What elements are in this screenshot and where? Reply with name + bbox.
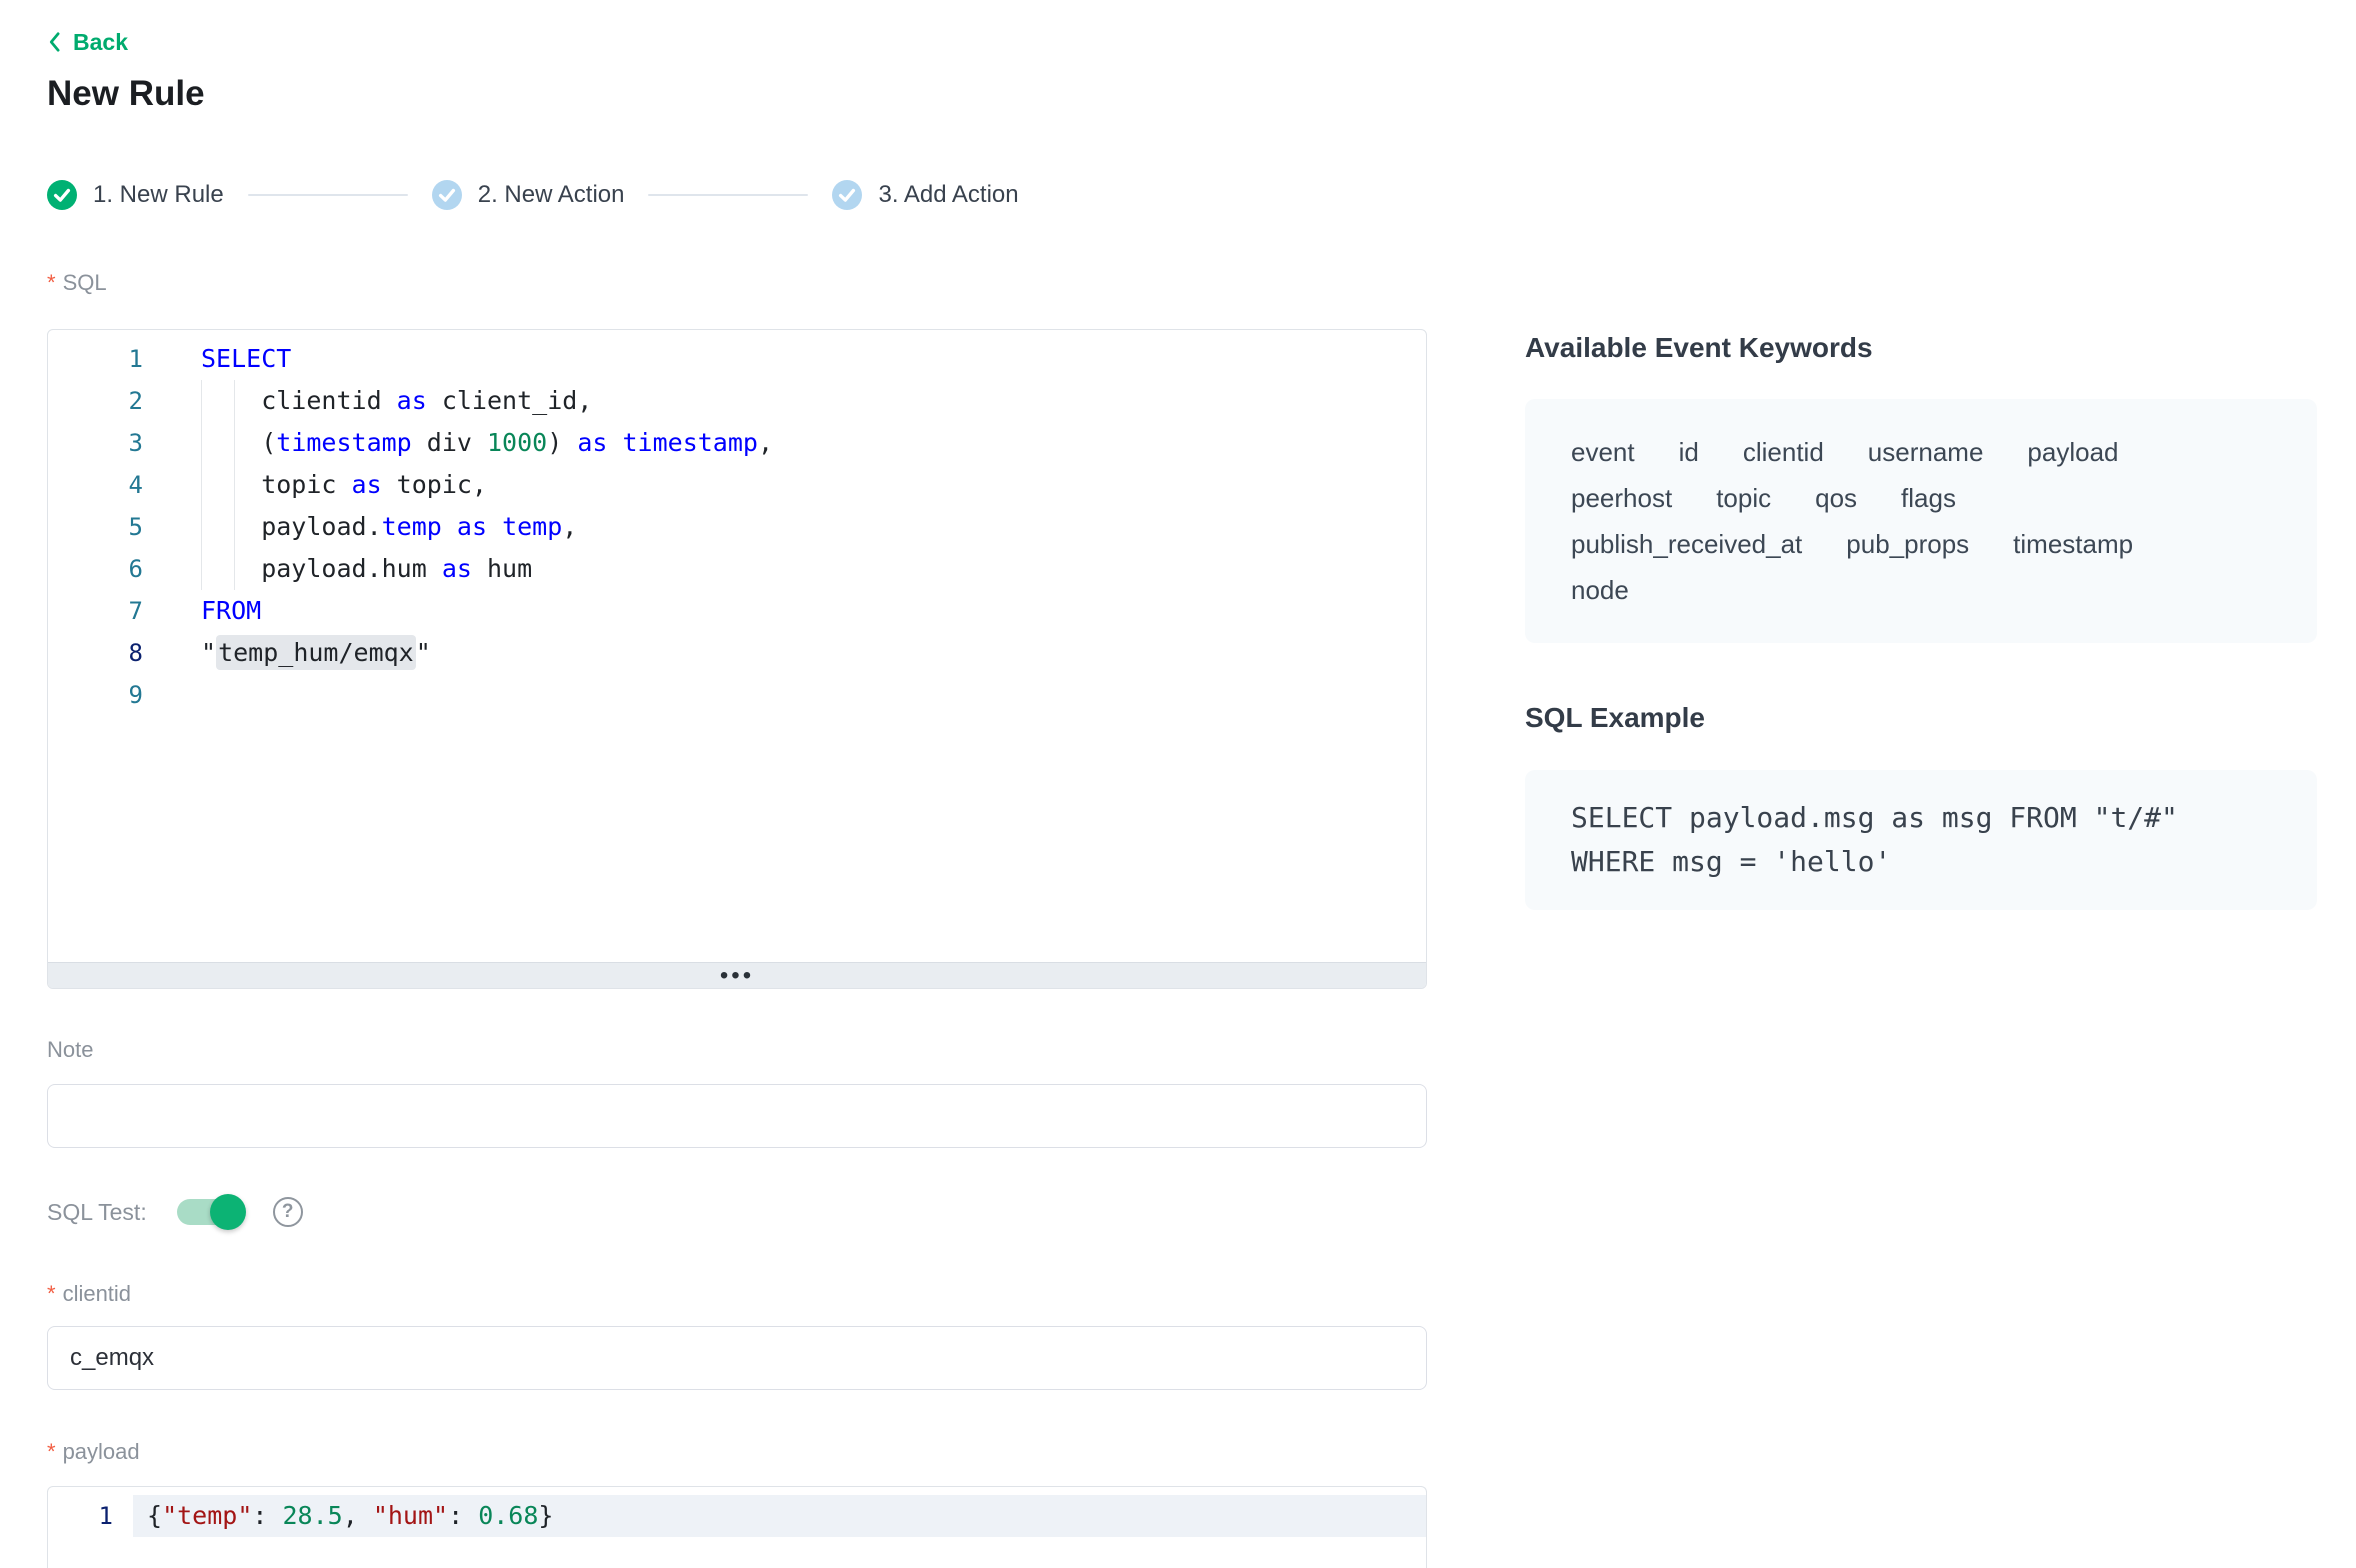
code-line: "temp_hum/emqx"	[148, 632, 1426, 674]
line-number: 2	[48, 380, 143, 422]
step-item-2[interactable]: 2. New Action	[432, 180, 625, 210]
indent-guide	[234, 380, 235, 590]
step-label: 1. New Rule	[93, 180, 224, 210]
sql-editor-body[interactable]: 123456789 SELECT clientid as client_id, …	[48, 330, 1426, 962]
step-item-3[interactable]: 3. Add Action	[832, 180, 1018, 210]
keyword-item: topic	[1716, 475, 1771, 521]
payload-editor-body[interactable]: 1 {"temp": 28.5, "hum": 0.68}	[48, 1487, 1426, 1568]
keyword-item: username	[1868, 429, 1984, 475]
keyword-item: pub_props	[1846, 521, 1969, 567]
code-line	[148, 674, 1426, 716]
line-number: 1	[48, 1495, 113, 1537]
line-number: 5	[48, 506, 143, 548]
chevron-left-icon	[47, 31, 61, 53]
editor-resize-handle[interactable]: •••	[48, 962, 1426, 988]
payload-editor-gutter: 1	[48, 1487, 133, 1568]
sql-editor[interactable]: 123456789 SELECT clientid as client_id, …	[47, 329, 1427, 989]
example-code-line: SELECT payload.msg as msg FROM "t/#"	[1571, 796, 2271, 840]
required-asterisk: *	[47, 1439, 56, 1464]
line-number: 8	[48, 632, 143, 674]
code-line: payload.hum as hum	[148, 548, 1426, 590]
code-line: SELECT	[148, 338, 1426, 380]
payload-editor-code[interactable]: {"temp": 28.5, "hum": 0.68}	[133, 1487, 1426, 1568]
help-sidebar: Available Event Keywords eventid clientid…	[1525, 270, 2317, 1568]
clientid-field-label: *clientid	[47, 1281, 1427, 1307]
code-line: FROM	[148, 590, 1426, 632]
indent-guide	[201, 380, 202, 590]
payload-editor[interactable]: 1 {"temp": 28.5, "hum": 0.68}	[47, 1486, 1427, 1568]
sql-field-label: *SQL	[47, 270, 1427, 296]
back-link[interactable]: Back	[47, 28, 128, 56]
keyword-item: clientid	[1743, 429, 1824, 475]
resize-dots-icon: •••	[720, 969, 754, 983]
sql-example-heading: SQL Example	[1525, 701, 2317, 735]
back-label: Back	[73, 28, 128, 56]
example-code-line: WHERE msg = 'hello'	[1571, 840, 2271, 884]
steps-bar: 1. New Rule 2. New Action 3. Add Action	[47, 180, 2356, 210]
line-number: 1	[48, 338, 143, 380]
code-line: topic as topic,	[148, 464, 1426, 506]
line-number: 4	[48, 464, 143, 506]
note-label: Note	[47, 1037, 1427, 1063]
sql-editor-gutter: 123456789	[48, 330, 148, 962]
check-circle-icon	[832, 180, 862, 210]
payload-field-label: *payload	[47, 1439, 1427, 1465]
step-label: 2. New Action	[478, 180, 625, 210]
note-input[interactable]	[47, 1084, 1427, 1148]
sql-editor-code[interactable]: SELECT clientid as client_id, (timestamp…	[148, 330, 1426, 962]
line-number: 7	[48, 590, 143, 632]
check-circle-icon	[432, 180, 462, 210]
code-line: clientid as client_id,	[148, 380, 1426, 422]
sql-example-panel: SELECT payload.msg as msg FROM "t/#"WHER…	[1525, 770, 2317, 910]
content-columns: *SQL 123456789 SELECT clientid as client…	[47, 270, 2356, 1568]
keyword-item: event	[1571, 429, 1635, 475]
code-line: (timestamp div 1000) as timestamp,	[148, 422, 1426, 464]
step-label: 3. Add Action	[878, 180, 1018, 210]
check-circle-icon	[47, 180, 77, 210]
keyword-item: qos	[1815, 475, 1857, 521]
keyword-item: publish_received_at	[1571, 521, 1802, 567]
help-icon[interactable]: ?	[273, 1197, 303, 1227]
step-connector	[248, 194, 408, 196]
sql-test-label: SQL Test:	[47, 1199, 147, 1226]
new-rule-page: Back New Rule 1. New Rule 2. New Action 3.…	[0, 0, 2356, 1568]
toggle-knob	[210, 1194, 246, 1230]
keywords-panel: eventid clientid username payload peerhost to…	[1525, 399, 2317, 643]
keyword-row: node	[1571, 567, 2271, 613]
line-number: 6	[48, 548, 143, 590]
keyword-item: flags	[1901, 475, 1956, 521]
rule-form: *SQL 123456789 SELECT clientid as client…	[47, 270, 1427, 1568]
sql-test-row: SQL Test: ?	[47, 1194, 1427, 1230]
code-line: payload.temp as temp,	[148, 506, 1426, 548]
keyword-item: node	[1571, 567, 1629, 613]
code-line: {"temp": 28.5, "hum": 0.68}	[133, 1495, 1426, 1537]
keywords-heading: Available Event Keywords	[1525, 331, 2317, 365]
keyword-item: peerhost	[1571, 475, 1672, 521]
page-title: New Rule	[47, 72, 2356, 116]
keyword-row: peerhost topic qos flags	[1571, 475, 2271, 521]
keyword-item: id	[1679, 429, 1699, 475]
required-asterisk: *	[47, 270, 56, 295]
keyword-row: publish_received_at pub_props timestamp	[1571, 521, 2271, 567]
required-asterisk: *	[47, 1281, 56, 1306]
keyword-row: eventid clientid username payload	[1571, 429, 2271, 475]
step-item-1[interactable]: 1. New Rule	[47, 180, 224, 210]
sql-test-toggle[interactable]	[177, 1199, 243, 1225]
keyword-item: payload	[2027, 429, 2118, 475]
line-number: 9	[48, 674, 143, 716]
line-number: 3	[48, 422, 143, 464]
step-connector	[648, 194, 808, 196]
clientid-input[interactable]	[47, 1326, 1427, 1390]
keyword-item: timestamp	[2013, 521, 2133, 567]
